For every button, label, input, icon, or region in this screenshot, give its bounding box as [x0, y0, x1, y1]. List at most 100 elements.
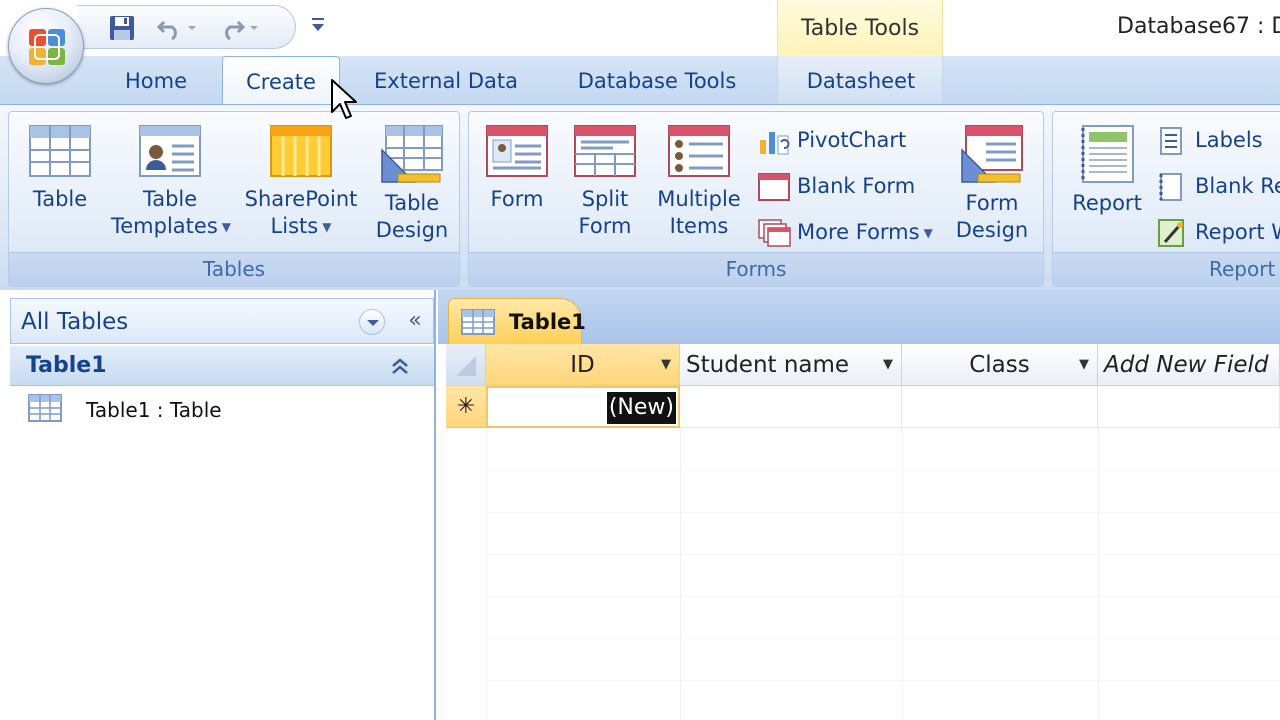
table-templates-label-1: Table: [142, 187, 198, 211]
nav-item-label: Table1 : Table: [86, 398, 222, 422]
multiple-items-icon: [668, 125, 730, 177]
chevron-down-icon[interactable]: ▼: [661, 344, 671, 385]
tab-external-data[interactable]: External Data: [362, 56, 530, 104]
form-design-label-2: Design: [955, 218, 1029, 242]
chevron-down-icon: ▼: [322, 219, 332, 234]
sharepoint-lists-button[interactable]: SharePoint Lists ▼: [241, 118, 361, 254]
sharepoint-lists-label-2: Lists: [270, 214, 319, 238]
grid-line: [486, 596, 1280, 597]
blank-report-button[interactable]: Blank Re: [1155, 168, 1280, 204]
cell-add-new-field-new[interactable]: [1098, 386, 1280, 428]
column-header-label: Class: [969, 352, 1030, 378]
grid-line: [902, 428, 903, 720]
tab-home[interactable]: Home: [108, 56, 204, 104]
chevron-down-icon: [367, 320, 379, 326]
form-icon: [486, 125, 548, 177]
document-tab-bar: Table1: [438, 290, 1280, 344]
split-form-button[interactable]: Split Form: [563, 118, 647, 254]
customize-qat-icon[interactable]: [308, 14, 328, 36]
multiple-items-label-1: Multiple: [657, 187, 741, 211]
new-record-selector[interactable]: ✳: [446, 386, 486, 428]
chevron-down-icon: ▼: [221, 219, 231, 234]
chevron-down-icon: ▼: [923, 226, 933, 240]
cell-class-new[interactable]: [902, 386, 1098, 428]
nav-pane-menu-button[interactable]: [359, 309, 385, 335]
table-design-button[interactable]: Table Design: [369, 118, 455, 254]
ribbon: Table Table Templates ▼ SharePoint Lists ▼: [0, 104, 1280, 290]
pivotchart-label: PivotChart: [797, 128, 907, 152]
tab-create[interactable]: Create: [222, 56, 340, 106]
chevron-down-icon[interactable]: [186, 14, 198, 42]
form-design-button[interactable]: Form Design: [949, 118, 1035, 254]
shutter-bar-close-icon[interactable]: «: [401, 307, 429, 335]
chevron-down-icon[interactable]: [248, 14, 260, 42]
document-tab-table1[interactable]: Table1: [448, 298, 586, 344]
undo-icon[interactable]: [156, 14, 184, 42]
nav-group-header[interactable]: Table1: [10, 346, 434, 386]
report-wizard-button[interactable]: Report W: [1155, 214, 1280, 250]
cell-student-name-new[interactable]: [680, 386, 902, 428]
more-forms-icon: [758, 219, 791, 247]
chevron-double-up-icon[interactable]: [386, 352, 414, 380]
table-templates-label-2: Templates: [111, 214, 218, 238]
window-title: Database67 : Da: [1117, 14, 1280, 39]
multiple-items-button[interactable]: Multiple Items: [651, 118, 747, 254]
column-header-student-name[interactable]: Student name ▼: [680, 344, 902, 386]
report-button[interactable]: Report: [1059, 118, 1155, 254]
report-wizard-icon: [1158, 219, 1184, 247]
grid-line: [1098, 428, 1099, 720]
document-area: Table1 ID ▼ Student name ▼ Class ▼ Add N…: [438, 290, 1280, 720]
grid-line: [680, 428, 681, 720]
grid-line: [486, 470, 1280, 471]
nav-pane-header[interactable]: All Tables «: [10, 298, 434, 344]
table-button[interactable]: Table: [15, 118, 105, 254]
grid-line: [486, 680, 1280, 681]
split-form-label-1: Split: [581, 187, 629, 211]
table-button-label: Table: [32, 187, 88, 211]
table-design-icon: [381, 125, 443, 183]
ribbon-group-tables: Table Table Templates ▼ SharePoint Lists ▼: [8, 111, 460, 287]
table-templates-button[interactable]: Table Templates ▼: [111, 118, 231, 254]
save-icon[interactable]: [108, 14, 136, 42]
blank-report-icon: [1159, 173, 1182, 201]
select-all-button[interactable]: [446, 344, 486, 386]
navigation-pane: All Tables « Table1 Table1 : Table: [0, 290, 436, 720]
blank-form-icon: [758, 173, 790, 201]
office-button[interactable]: [8, 8, 84, 84]
labels-icon: [1160, 127, 1182, 155]
multiple-items-label-2: Items: [669, 214, 729, 238]
title-bar: Table Tools Database67 : Da: [0, 0, 1280, 56]
blank-form-button[interactable]: Blank Form: [757, 168, 927, 204]
pivotchart-button[interactable]: PivotChart: [757, 122, 927, 158]
group-label-tables: Tables: [9, 252, 459, 286]
column-header-add-new-field[interactable]: Add New Field: [1098, 344, 1280, 386]
report-button-label: Report: [1072, 191, 1142, 215]
report-icon: [1081, 125, 1134, 183]
column-header-class[interactable]: Class ▼: [902, 344, 1098, 386]
grid-line: [486, 512, 1280, 513]
table-icon: [28, 394, 62, 422]
form-button-label: Form: [490, 187, 544, 211]
labels-button[interactable]: Labels: [1155, 122, 1280, 158]
blank-report-label: Blank Re: [1195, 174, 1280, 198]
blank-form-label: Blank Form: [797, 174, 916, 198]
more-forms-button[interactable]: More Forms ▼: [757, 214, 947, 250]
group-label-forms: Forms: [469, 252, 1043, 286]
column-header-id[interactable]: ID ▼: [486, 344, 680, 386]
column-header-label: Student name: [686, 352, 850, 378]
tab-database-tools[interactable]: Database Tools: [560, 56, 754, 104]
form-button[interactable]: Form: [475, 118, 559, 254]
report-wizard-label: Report W: [1195, 220, 1280, 244]
chevron-down-icon[interactable]: ▼: [883, 344, 893, 385]
chevron-down-icon[interactable]: ▼: [1079, 344, 1089, 385]
table-templates-icon: [139, 125, 201, 177]
document-tab-label: Table1: [509, 310, 586, 334]
redo-icon[interactable]: [218, 14, 246, 42]
nav-item-table1[interactable]: Table1 : Table: [28, 392, 428, 426]
table-icon: [29, 125, 91, 177]
form-design-icon: [961, 125, 1023, 183]
form-design-label-1: Form: [965, 191, 1019, 215]
tab-datasheet[interactable]: Datasheet: [778, 56, 944, 104]
nav-group-title: Table1: [26, 353, 107, 378]
cell-id-new[interactable]: (New): [486, 386, 680, 428]
